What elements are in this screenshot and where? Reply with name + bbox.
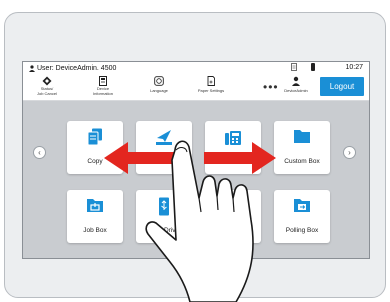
tile-send[interactable]: Send [136,121,192,174]
tile-custom-box[interactable]: Custom Box [274,121,330,174]
device-info-icon [99,76,107,86]
logout-button[interactable]: Logout [320,77,364,96]
paper-settings-button[interactable]: Paper Settings [189,76,233,94]
polling-box-icon [294,199,310,212]
top-toolbar: Status/ Job Cancel Device Information La… [23,74,369,101]
status-job-cancel-button[interactable]: Status/ Job Cancel [25,76,69,96]
status-bar: User: DeviceAdmin. 4500 10:27 [23,62,369,74]
language-icon [154,76,164,86]
user-menu-button[interactable]: DeviceAdmin [274,76,318,94]
tile-usb-drive-label: USB Drive [148,227,180,234]
touch-screen: User: DeviceAdmin. 4500 10:27 Status/ Jo… [22,61,370,259]
language-label: Language [150,88,168,93]
device-info-line2: Information [92,90,113,96]
home-area: ‹ › Copy Send Fax Custom Box Job Box USB… [23,101,369,258]
tile-copy[interactable]: Copy [67,121,123,174]
previous-page-button[interactable]: ‹ [33,146,46,159]
job-box-icon [87,199,103,212]
logged-in-user: User: DeviceAdmin. 4500 [37,64,117,72]
tile-custom-box-label: Custom Box [284,158,320,165]
tile-send-label: Send [156,158,172,165]
chevron-left-icon: ‹ [38,148,41,157]
paper-settings-icon [207,76,215,86]
tile-fax[interactable]: Fax [205,121,261,174]
tile-copy-label: Copy [87,158,103,165]
tile-hidden[interactable] [205,190,261,243]
usb-icon [159,197,169,216]
tile-job-box-label: Job Box [83,227,107,234]
copy-icon [87,128,102,146]
send-icon [156,130,172,145]
document-status-icon [291,63,298,71]
tile-polling-box-label: Polling Box [285,227,319,234]
next-page-button[interactable]: › [343,146,356,159]
status-icon [42,76,52,86]
status-line2: Job Cancel [36,90,57,96]
clock: 10:27 [345,63,363,71]
tile-usb-drive[interactable]: USB Drive [136,190,192,243]
tile-fax-label: Fax [227,158,239,165]
tile-polling-box[interactable]: Polling Box [274,190,330,243]
fax-icon [225,131,241,145]
language-button[interactable]: Language [137,76,181,94]
chevron-right-icon: › [348,148,351,157]
folder-icon [294,130,310,143]
user-label: DeviceAdmin [284,88,308,93]
device-information-button[interactable]: Device Information [81,76,125,96]
user-icon [29,64,35,72]
tile-job-box[interactable]: Job Box [67,190,123,243]
user-avatar-icon [292,76,300,86]
paper-settings-label: Paper Settings [197,88,225,93]
toner-status-icon [311,63,316,71]
